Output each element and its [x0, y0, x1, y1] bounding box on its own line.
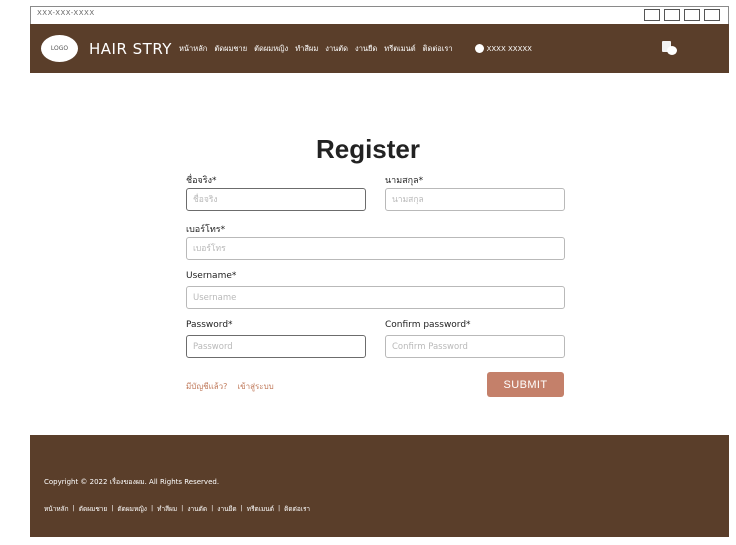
login-link[interactable]: เข้าสู่ระบบ — [237, 380, 273, 393]
username-label: Username* — [186, 271, 237, 281]
username-field[interactable] — [186, 286, 565, 309]
footer-divider: | — [211, 504, 214, 512]
confirm-password-label: Confirm password* — [385, 320, 471, 330]
nav-item-color[interactable]: ทำสีผม — [295, 43, 318, 55]
footer-link-men-cut[interactable]: ตัดผมชาย — [79, 504, 107, 514]
nav-item-treatment[interactable]: ทรีตเมนต์ — [384, 43, 415, 55]
window-controls — [644, 9, 720, 21]
footer-link-color[interactable]: ทำสีผม — [157, 504, 177, 514]
footer-link-contact[interactable]: ติดต่อเรา — [284, 504, 310, 514]
footer-link-cut-work[interactable]: งานตัด — [187, 504, 207, 514]
first-name-field[interactable] — [186, 188, 366, 211]
nav-item-straighten[interactable]: งานยืด — [355, 43, 377, 55]
user-name: XXXX XXXXX — [486, 44, 532, 53]
main-nav: หน้าหลัก ตัดผมชาย ตัดผมหญิง ทำสีผม งานตั… — [179, 43, 453, 55]
footer-nav: หน้าหลัก | ตัดผมชาย | ตัดผมหญิง | ทำสีผม | ง… — [44, 504, 310, 514]
last-name-label: นามสกุล* — [385, 176, 424, 186]
nav-item-cut-work[interactable]: งานตัด — [325, 43, 348, 55]
submit-button[interactable]: SUBMIT — [487, 372, 564, 397]
navbar: LOGO HAIR STRY หน้าหลัก ตัดผมชาย ตัดผมหญ… — [30, 24, 729, 73]
logo[interactable]: LOGO — [41, 35, 78, 62]
footer-link-home[interactable]: หน้าหลัก — [44, 504, 69, 514]
phone-label: เบอร์โทร* — [186, 225, 226, 235]
password-label: Password* — [186, 320, 233, 330]
browser-chrome: XXX-XXX-XXXX — [30, 6, 729, 24]
footer-divider: | — [181, 504, 184, 512]
confirm-password-field[interactable] — [385, 335, 565, 358]
window-button-4[interactable] — [704, 9, 720, 21]
user-menu[interactable]: XXXX XXXXX — [474, 44, 532, 53]
nav-item-home[interactable]: หน้าหลัก — [179, 43, 207, 55]
footer-divider: | — [240, 504, 243, 512]
footer-divider: | — [277, 504, 281, 512]
nav-item-men-cut[interactable]: ตัดผมชาย — [214, 43, 247, 55]
copyright-text: Copyright © 2022 เรื่องของผม. All Rights… — [44, 478, 220, 486]
brand-name[interactable]: HAIR STRY — [89, 40, 172, 58]
phone-field[interactable] — [186, 237, 565, 260]
footer-divider: | — [150, 504, 154, 512]
logo-text: LOGO — [50, 45, 69, 52]
window-button-1[interactable] — [644, 9, 660, 21]
window-button-2[interactable] — [664, 9, 680, 21]
password-field[interactable] — [186, 335, 366, 358]
have-account-text: มีบัญชีแล้ว? — [186, 382, 228, 391]
url-text[interactable]: XXX-XXX-XXXX — [37, 9, 95, 17]
first-name-label: ชื่อจริง* — [186, 176, 217, 186]
user-avatar-icon — [474, 44, 484, 53]
footer-link-treatment[interactable]: ทรีตเมนต์ — [247, 504, 274, 514]
login-prompt: มีบัญชีแล้ว? เข้าสู่ระบบ — [186, 380, 274, 393]
cart-icon[interactable] — [661, 40, 677, 56]
footer: Copyright © 2022 เรื่องของผม. All Rights… — [30, 435, 729, 537]
footer-link-straighten[interactable]: งานยืด — [217, 504, 236, 514]
window-button-3[interactable] — [684, 9, 700, 21]
footer-link-women-cut[interactable]: ตัดผมหญิง — [117, 504, 147, 514]
footer-divider: | — [111, 504, 114, 512]
nav-item-contact[interactable]: ติดต่อเรา — [423, 43, 453, 55]
last-name-field[interactable] — [385, 188, 565, 211]
page-title: Register — [315, 134, 421, 164]
footer-divider: | — [72, 504, 75, 512]
nav-item-women-cut[interactable]: ตัดผมหญิง — [254, 43, 288, 55]
